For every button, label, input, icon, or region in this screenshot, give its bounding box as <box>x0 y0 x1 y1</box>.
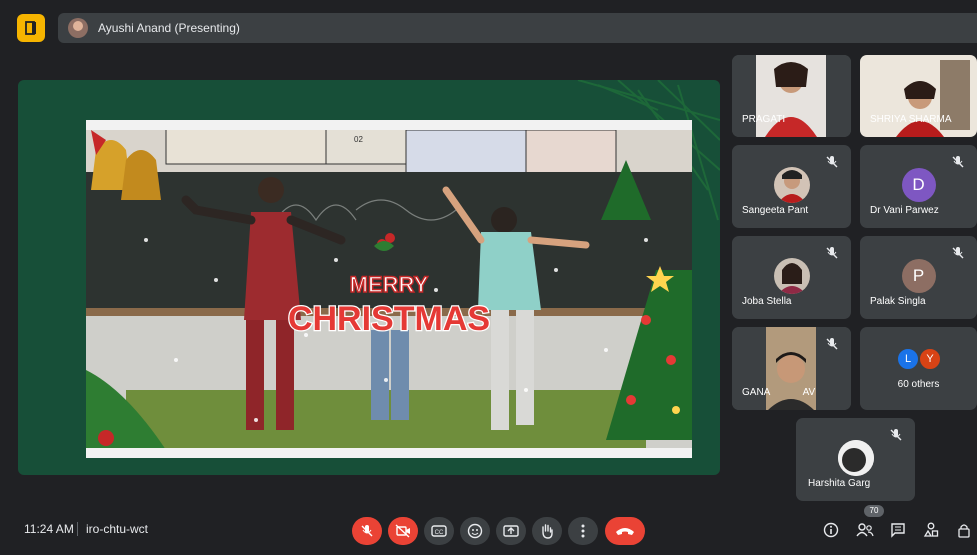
people-count-badge: 70 <box>864 505 884 517</box>
svg-text:CC: CC <box>435 530 444 536</box>
meet-logo-icon <box>17 14 45 42</box>
mic-toggle-button[interactable] <box>352 517 382 545</box>
shapes-icon <box>923 522 939 537</box>
participant-name: Harshita Garg <box>808 478 871 489</box>
camera-off-icon <box>395 524 410 538</box>
mic-off-icon <box>951 246 965 260</box>
participant-photo <box>837 440 874 476</box>
participant-tile-gana[interactable]: GANA AV <box>732 327 851 410</box>
activities-button[interactable] <box>920 519 942 541</box>
participant-photo <box>773 258 810 294</box>
others-avatar-l: L <box>896 347 920 371</box>
more-vert-icon <box>581 524 585 538</box>
meet-window: Ayushi Anand (Presenting) 02 MERRY CHRIS… <box>0 0 977 555</box>
mic-off-icon <box>361 525 373 537</box>
reactions-button[interactable] <box>460 517 490 545</box>
raise-hand-button[interactable] <box>532 517 562 545</box>
mic-off-icon <box>825 337 839 351</box>
present-button[interactable] <box>496 517 526 545</box>
presenting-banner[interactable]: Ayushi Anand (Presenting) <box>58 13 977 43</box>
chat-button[interactable] <box>887 519 909 541</box>
participant-name: SHRIYA SHARMA <box>870 114 952 125</box>
participant-tile-pragati[interactable]: PRAGATI <box>732 55 851 137</box>
camera-toggle-button[interactable] <box>388 517 418 545</box>
hand-icon <box>542 524 553 539</box>
participant-tile-joba[interactable]: Joba Stella <box>732 236 851 319</box>
video-scene: 02 MERRY CHRISTMAS <box>86 120 692 458</box>
chat-icon <box>891 523 905 538</box>
christmas-text: CHRISTMAS <box>288 300 490 338</box>
hang-up-icon <box>616 528 634 535</box>
captions-button[interactable]: CC <box>424 517 454 545</box>
participant-name: Joba Stella <box>742 296 792 307</box>
bottom-bar: 11:24 AM iro-chtu-wct CC <box>0 505 977 555</box>
people-button[interactable] <box>854 519 876 541</box>
more-options-button[interactable] <box>568 517 598 545</box>
mic-off-icon <box>951 155 965 169</box>
participant-tile-harshita[interactable]: Harshita Garg <box>796 418 915 501</box>
others-avatar-y: Y <box>918 347 942 371</box>
host-controls-button[interactable] <box>953 519 975 541</box>
people-icon <box>856 523 874 537</box>
participant-name: Dr Vani Parwez <box>870 205 939 216</box>
merry-text: MERRY <box>350 272 429 297</box>
top-bar: Ayushi Anand (Presenting) <box>0 0 977 56</box>
meeting-info-button[interactable] <box>820 519 842 541</box>
participant-name: Palak Singla <box>870 296 926 307</box>
participant-name: GANA AV <box>742 387 816 398</box>
shared-video: 02 MERRY CHRISTMAS <box>86 120 692 458</box>
divider <box>77 522 78 536</box>
board-number: 02 <box>354 135 363 144</box>
others-label: 60 others <box>897 379 940 390</box>
participant-tile-shriya[interactable]: SHRIYA SHARMA <box>860 55 977 137</box>
participant-tile-palak[interactable]: P Palak Singla <box>860 236 977 319</box>
participant-name: Sangeeta Pant <box>742 205 809 216</box>
emoji-icon <box>467 523 483 539</box>
captions-icon: CC <box>431 525 447 537</box>
participant-name: PRAGATI <box>742 114 786 125</box>
presenter-avatar <box>68 18 88 38</box>
participant-tile-others[interactable]: L Y 60 others <box>860 327 977 410</box>
clock: 11:24 AM <box>24 522 74 536</box>
mic-off-icon <box>825 155 839 169</box>
participant-tile-vani[interactable]: D Dr Vani Parwez <box>860 145 977 228</box>
presenting-label: Ayushi Anand (Presenting) <box>98 21 240 35</box>
participant-photo <box>773 167 810 203</box>
mic-off-icon <box>889 428 903 442</box>
lock-person-icon <box>958 524 970 538</box>
participant-avatar: D <box>901 168 936 202</box>
info-icon <box>823 522 839 538</box>
leave-call-button[interactable] <box>605 517 645 545</box>
participant-tile-sangeeta[interactable]: Sangeeta Pant <box>732 145 851 228</box>
mic-off-icon <box>825 246 839 260</box>
present-icon <box>503 525 519 537</box>
participant-avatar: P <box>901 259 936 293</box>
meeting-code: iro-chtu-wct <box>86 522 149 536</box>
